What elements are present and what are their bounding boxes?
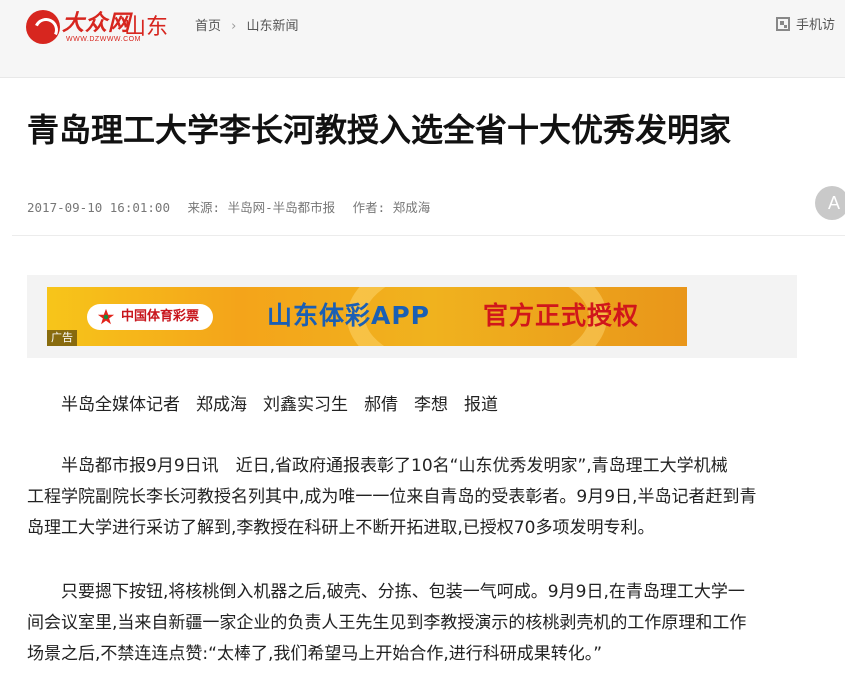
divider <box>12 235 845 236</box>
ad-container: 中国体育彩票 山东体彩APP 官方正式授权 广告 <box>27 275 797 358</box>
mobile-access-label: 手机访 <box>796 18 836 33</box>
byline-item: 报道 <box>464 395 498 415</box>
site-header: 大众网 WWW.DZWWW.COM 山东 首页 › 山东新闻 手机访 <box>0 0 845 78</box>
ad-app-text: 山东体彩APP <box>267 301 430 330</box>
paragraph-text: 只要摁下按钮,将核桃倒入机器之后,破壳、分拣、包装一气呵成。9月9日,在青岛理工… <box>61 582 745 602</box>
byline-item: 李想 <box>414 395 448 415</box>
paragraph-text: 半岛都市报9月9日讯 近日,省政府通报表彰了10名“山东优秀发明家”,青岛理工大… <box>61 456 728 476</box>
article-paragraph: 只要摁下按钮,将核桃倒入机器之后,破壳、分拣、包装一气呵成。9月9日,在青岛理工… <box>27 577 797 670</box>
article-author: 作者: 郑成海 <box>352 200 431 215</box>
article-datetime: 2017-09-10 16:01:00 <box>27 200 170 215</box>
qr-code-icon <box>776 17 790 31</box>
paragraph-line: 工程学院副院长李长河教授名列其中,成为唯一一位来自青岛的受表彰者。9月9日,半岛… <box>27 487 757 507</box>
byline-item: 刘鑫实习生 <box>263 395 348 415</box>
font-size-button[interactable]: A <box>815 186 845 220</box>
paragraph-line: 场景之后,不禁连连点赞:“太棒了,我们希望马上开始合作,进行科研成果转化。” <box>27 644 603 664</box>
article-byline: 半岛全媒体记者 郑成海 刘鑫实习生 郝倩 李想 报道 <box>27 390 797 421</box>
breadcrumb: 首页 › 山东新闻 <box>195 17 299 37</box>
mobile-access-link[interactable]: 手机访 <box>776 16 835 36</box>
article-title: 青岛理工大学李长河教授入选全省十大优秀发明家 <box>27 111 732 149</box>
ad-tag: 广告 <box>47 330 77 346</box>
lottery-star-icon <box>97 308 115 325</box>
paragraph-line: 只要摁下按钮,将核桃倒入机器之后,破壳、分拣、包装一气呵成。9月9日,在青岛理工… <box>27 577 797 608</box>
article-source: 来源: 半岛网-半岛都市报 <box>187 200 336 215</box>
article-paragraph: 半岛都市报9月9日讯 近日,省政府通报表彰了10名“山东优秀发明家”,青岛理工大… <box>27 451 797 544</box>
region-label[interactable]: 山东 <box>124 14 168 42</box>
byline-item: 郝倩 <box>364 395 398 415</box>
ad-banner[interactable]: 中国体育彩票 山东体彩APP 官方正式授权 广告 <box>47 287 687 346</box>
logo-icon <box>26 10 60 44</box>
breadcrumb-home-link[interactable]: 首页 <box>195 17 221 37</box>
paragraph-line: 岛理工大学进行采访了解到,李教授在科研上不断开拓进取,已授权70多项发明专利。 <box>27 518 655 538</box>
chevron-right-icon: › <box>231 19 237 34</box>
ad-lottery-badge: 中国体育彩票 <box>87 304 214 330</box>
breadcrumb-shandong-news-link[interactable]: 山东新闻 <box>247 17 299 37</box>
article-meta: 2017-09-10 16:01:00 来源: 半岛网-半岛都市报 作者: 郑成… <box>27 199 440 217</box>
byline-item: 郑成海 <box>196 395 247 415</box>
byline-item: 半岛全媒体记者 <box>61 395 180 415</box>
ad-auth-text: 官方正式授权 <box>483 301 640 330</box>
ad-lottery-name: 中国体育彩票 <box>121 309 200 324</box>
paragraph-line: 半岛都市报9月9日讯 近日,省政府通报表彰了10名“山东优秀发明家”,青岛理工大… <box>27 451 797 482</box>
logo-text: 大众网 <box>62 10 132 36</box>
paragraph-line: 间会议室里,当来自新疆一家企业的负责人王先生见到李教授演示的核桃剥壳机的工作原理… <box>27 613 747 633</box>
